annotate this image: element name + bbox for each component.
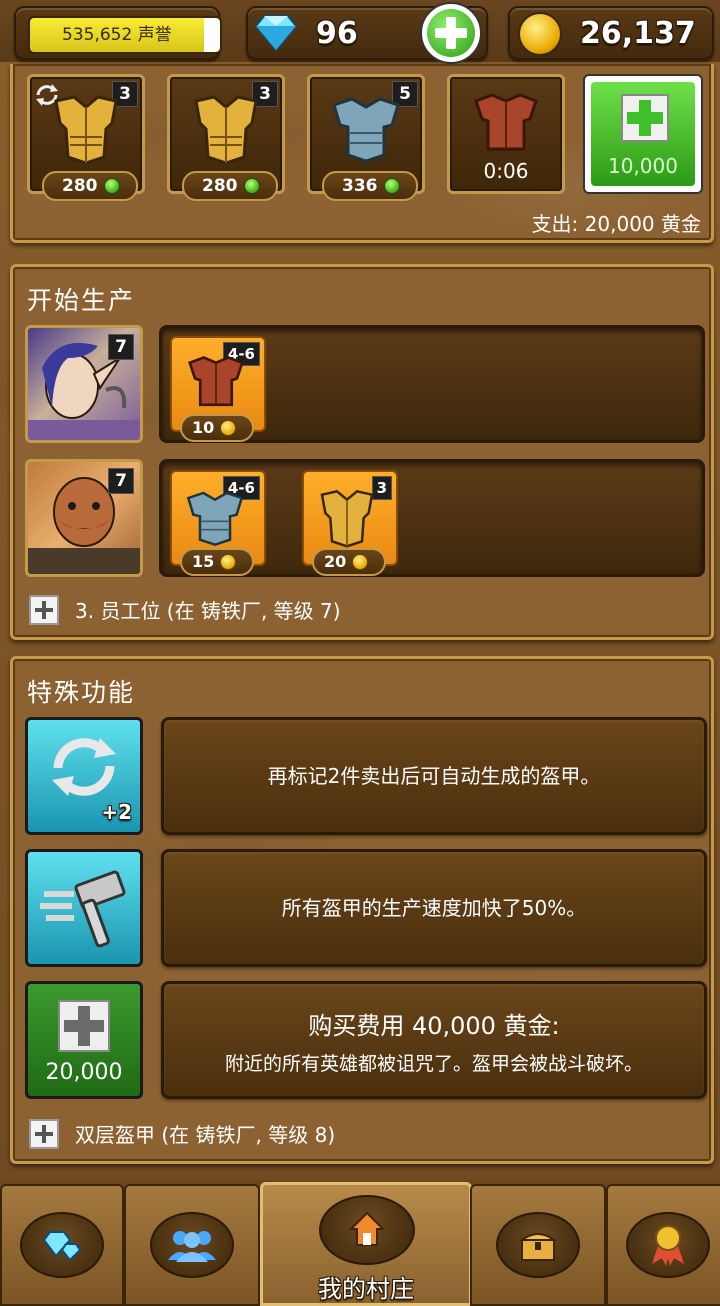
craft-cost: 15 [180,548,254,576]
gem-coin-icon [244,178,260,194]
heroes-icon [168,1231,216,1262]
gem-coin-icon [104,178,120,194]
sell-slot-2[interactable]: 3 280 [167,74,285,201]
leather-armor-icon [474,93,538,151]
craft-cost: 20 [312,548,386,576]
buy-curse-feature-button[interactable]: 20,000 [25,981,143,1099]
auto-cycle-feature-icon: +2 [25,717,143,835]
gold-coin-icon [220,554,236,570]
craft-leather-armor[interactable]: 4-6 10 [170,336,266,442]
auto-cycle-bonus: +2 [101,800,132,824]
nav-treasure[interactable] [470,1184,606,1306]
nav-gem-shop[interactable] [0,1184,124,1306]
gold-coin-icon [518,12,562,56]
speed-feature-icon [25,849,143,967]
feature-1-text: 再标记2件卖出后可自动生成的盔甲。 [267,764,601,788]
production-footer: 3. 员工位 (在 铸铁厂, 等级 7) [75,599,341,623]
auto-cycle-icon [52,738,116,796]
production-title: 开始生产 [27,286,136,315]
feature-2-text: 所有盔甲的生产速度加快了50%。 [281,896,587,920]
buy-slot-price: 10,000 [608,154,678,178]
elf-worker-portrait[interactable]: 7 [25,325,143,443]
plus-icon [29,595,59,625]
plus-icon [29,1119,59,1149]
plus-icon [621,94,669,142]
gold-coin-icon [352,554,368,570]
craft-cost-value: 20 [324,552,347,571]
feature-3-text: 附近的所有英雄都被诅咒了。盔甲会被战斗破坏。 [224,1053,643,1075]
item-price: 280 [42,171,138,201]
item-price: 336 [322,171,418,201]
item-price-value: 280 [62,176,98,196]
gold-panel: 26,137 [508,6,714,60]
worker-level-badge: 7 [108,468,134,494]
special-features-panel: 特殊功能 +2 再标记2件卖出后可自动生成的盔甲。 所有盔甲的生产速度加快了50… [10,656,714,1164]
craft-cost: 10 [180,414,254,442]
item-price: 280 [182,171,278,201]
sell-slot-1[interactable]: 3 280 [27,74,145,201]
buy-gems-button[interactable] [420,2,482,64]
diamond-icon [254,15,298,52]
sell-slot-4[interactable]: 0:06 [447,74,565,194]
craft-golden-armor[interactable]: 3 20 [302,470,398,576]
craft-cost-value: 10 [192,418,215,437]
feature-3-price: 20,000 [45,1060,123,1085]
item-price-value: 336 [342,176,378,196]
treasure-chest-icon [518,1233,558,1261]
feature-2-description: 所有盔甲的生产速度加快了50%。 [161,849,707,967]
hammer-icon [40,870,126,948]
expense-text: 支出: 20,000 黄金 [531,212,701,236]
buy-slot-button[interactable]: 10,000 [583,74,703,194]
gems-count: 96 [316,16,358,51]
nav-heroes[interactable] [124,1184,260,1306]
reputation-panel: 535,652 声誉 [14,6,222,60]
production-panel: 开始生产 7 4-6 10 7 4-6 15 3 20 3. 员工位 (在 铸铁… [10,264,714,640]
sell-queue-panel: 3 280 3 280 5 336 0:06 10,000 支出: 20,000… [10,64,714,243]
worker-1-queue: 4-6 10 [159,325,705,443]
gem-coin-icon [384,178,400,194]
nav-active-label: 我的村庄 [318,1275,414,1303]
sell-slot-3[interactable]: 5 336 [307,74,425,201]
worker-level-badge: 7 [108,334,134,360]
reputation-bar: 535,652 声誉 [28,16,222,54]
feature-3-description: 购买费用 40,000 黄金: 附近的所有英雄都被诅咒了。盔甲会被战斗破坏。 [161,981,707,1099]
achievement-medal-icon [652,1225,684,1266]
reputation-value: 535,652 声誉 [62,25,172,45]
nav-achievements[interactable] [606,1184,720,1306]
golden-armor-icon [54,95,118,165]
craft-cost-value: 15 [192,552,215,571]
gold-coin-icon [220,420,236,436]
leather-armor-icon [188,356,244,407]
special-footer: 双层盔甲 (在 铸铁厂, 等级 8) [75,1123,336,1147]
dwarf-worker-portrait[interactable]: 7 [25,459,143,577]
gem-shop-icon [42,1231,82,1262]
village-home-icon [349,1211,385,1246]
item-price-value: 280 [202,176,238,196]
nav-my-village[interactable]: 我的村庄 [260,1182,472,1306]
production-timer: 0:06 [483,159,529,183]
craft-steel-armor[interactable]: 4-6 15 [170,470,266,576]
steel-armor-icon [332,97,400,163]
feature-1-description: 再标记2件卖出后可自动生成的盔甲。 [161,717,707,835]
feature-3-title: 购买费用 40,000 黄金: [308,1012,560,1040]
plus-icon [58,1000,110,1052]
special-title: 特殊功能 [27,678,136,707]
gold-count: 26,137 [580,16,696,51]
golden-armor-icon [194,95,258,165]
worker-2-queue: 4-6 15 3 20 [159,459,705,577]
steel-armor-icon [186,491,244,546]
golden-armor-icon [320,489,374,548]
